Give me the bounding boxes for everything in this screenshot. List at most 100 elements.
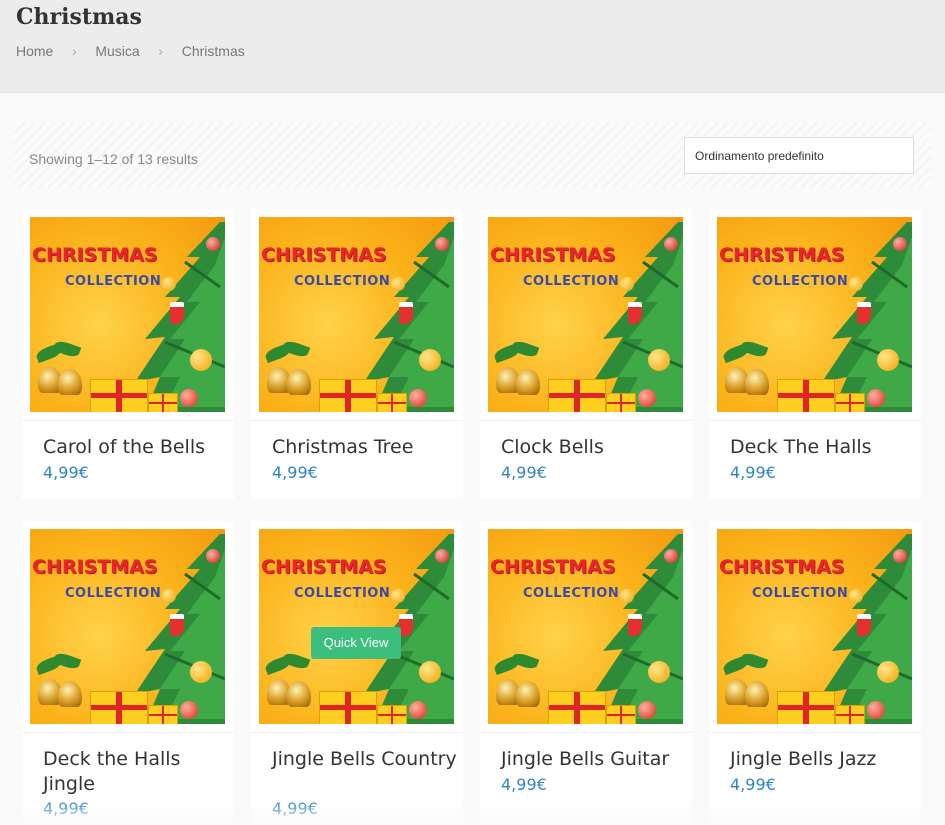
product-image[interactable]: CHRISTMAS COLLECTION [30,217,225,412]
product-image[interactable]: CHRISTMAS COLLECTION [30,529,225,724]
ornament-icon [162,277,176,291]
product-price: 4,99€ [730,463,776,482]
gift-icon [377,393,407,412]
ornament-icon [206,237,220,251]
breadcrumb-current: Christmas [181,43,245,59]
card-divider [480,732,692,733]
stocking-icon [857,302,871,324]
ornament-icon [893,237,907,251]
product-price: 4,99€ [43,799,89,818]
ornament-icon [620,277,634,291]
product-card[interactable]: CHRISTMAS COLLECTION Quick View Jingle Be… [251,521,463,825]
chevron-right-icon: › [72,43,77,59]
product-image[interactable]: CHRISTMAS COLLECTION [717,217,912,412]
product-image[interactable]: CHRISTMAS COLLECTION [488,217,683,412]
bell-icon [516,681,540,707]
card-divider [22,732,234,733]
gift-icon [548,691,606,724]
ornament-icon [180,389,198,407]
product-title[interactable]: Christmas Tree [272,435,457,460]
product-card[interactable]: CHRISTMAS COLLECTION Clock Bells 4,99€ [480,209,692,499]
ornament-icon [648,661,670,683]
sort-select[interactable]: Ordinamento predefinito [684,137,914,174]
gift-icon [606,393,636,412]
holly-icon [281,650,311,672]
product-title[interactable]: Deck The Halls [730,435,915,460]
holly-icon [510,338,540,360]
product-title[interactable]: Carol of the Bells [43,435,228,460]
ornament-icon [877,661,899,683]
product-title[interactable]: Jingle Bells Jazz [730,747,915,772]
ornament-icon [877,349,899,371]
bell-icon [745,681,769,707]
product-title[interactable]: Clock Bells [501,435,686,460]
product-card[interactable]: CHRISTMAS COLLECTION Jingle Bells Jazz 4,… [709,521,921,825]
gift-icon [319,691,377,724]
gift-icon [90,691,148,724]
gift-icon [148,705,178,724]
ornament-icon [391,589,405,603]
stocking-icon [628,614,642,636]
ornament-icon [849,589,863,603]
ornament-icon [180,701,198,719]
bell-icon [287,369,311,395]
ornament-icon [435,549,449,563]
gift-icon [377,705,407,724]
holly-icon [510,650,540,672]
ornament-icon [664,237,678,251]
bell-icon [287,681,311,707]
product-price: 4,99€ [501,463,547,482]
ornament-icon [893,549,907,563]
product-title[interactable]: Jingle Bells Country [272,747,457,772]
product-image[interactable]: CHRISTMAS COLLECTION [259,217,454,412]
card-divider [709,732,921,733]
stocking-icon [399,302,413,324]
ornament-icon [638,389,656,407]
product-price: 4,99€ [43,463,89,482]
ornament-icon [419,661,441,683]
product-card[interactable]: CHRISTMAS COLLECTION Deck The Halls 4,99€ [709,209,921,499]
holly-icon [52,650,82,672]
product-title[interactable]: Deck the Halls Jingle [43,747,228,797]
ornament-icon [849,277,863,291]
card-divider [251,732,463,733]
breadcrumb-home-link[interactable]: Home [16,43,53,59]
quick-view-button[interactable]: Quick View [311,627,401,659]
stocking-icon [857,614,871,636]
product-image[interactable]: CHRISTMAS COLLECTION [717,529,912,724]
product-price: 4,99€ [501,775,547,794]
holly-icon [281,338,311,360]
product-image[interactable]: CHRISTMAS COLLECTION Quick View [259,529,454,724]
page-title: Christmas [16,4,142,30]
product-card[interactable]: CHRISTMAS COLLECTION Jingle Bells Guitar… [480,521,692,825]
ornament-icon [867,389,885,407]
stocking-icon [170,614,184,636]
bell-icon [745,369,769,395]
shop-toolbar: Showing 1–12 of 13 results Ordinamento p… [14,122,931,188]
ornament-icon [409,389,427,407]
product-price: 4,99€ [730,775,776,794]
product-card[interactable]: CHRISTMAS COLLECTION Deck the Halls Jing… [22,521,234,825]
holly-icon [739,338,769,360]
bell-icon [58,681,82,707]
page-header: Christmas Home › Musica › Christmas [0,0,945,93]
gift-icon [548,379,606,412]
gift-icon [835,393,865,412]
ornament-icon [162,589,176,603]
product-image[interactable]: CHRISTMAS COLLECTION [488,529,683,724]
stocking-icon [170,302,184,324]
ornament-icon [620,589,634,603]
ornament-icon [867,701,885,719]
results-count: Showing 1–12 of 13 results [29,151,198,167]
product-price: 4,99€ [272,799,318,818]
product-title[interactable]: Jingle Bells Guitar [501,747,686,772]
ornament-icon [419,349,441,371]
product-price: 4,99€ [272,463,318,482]
bell-icon [58,369,82,395]
product-card[interactable]: CHRISTMAS COLLECTION Carol of the Bells 4… [22,209,234,499]
ornament-icon [206,549,220,563]
ornament-icon [409,701,427,719]
product-card[interactable]: CHRISTMAS COLLECTION Christmas Tree 4,99€ [251,209,463,499]
breadcrumb-musica-link[interactable]: Musica [95,43,139,59]
card-divider [22,420,234,421]
